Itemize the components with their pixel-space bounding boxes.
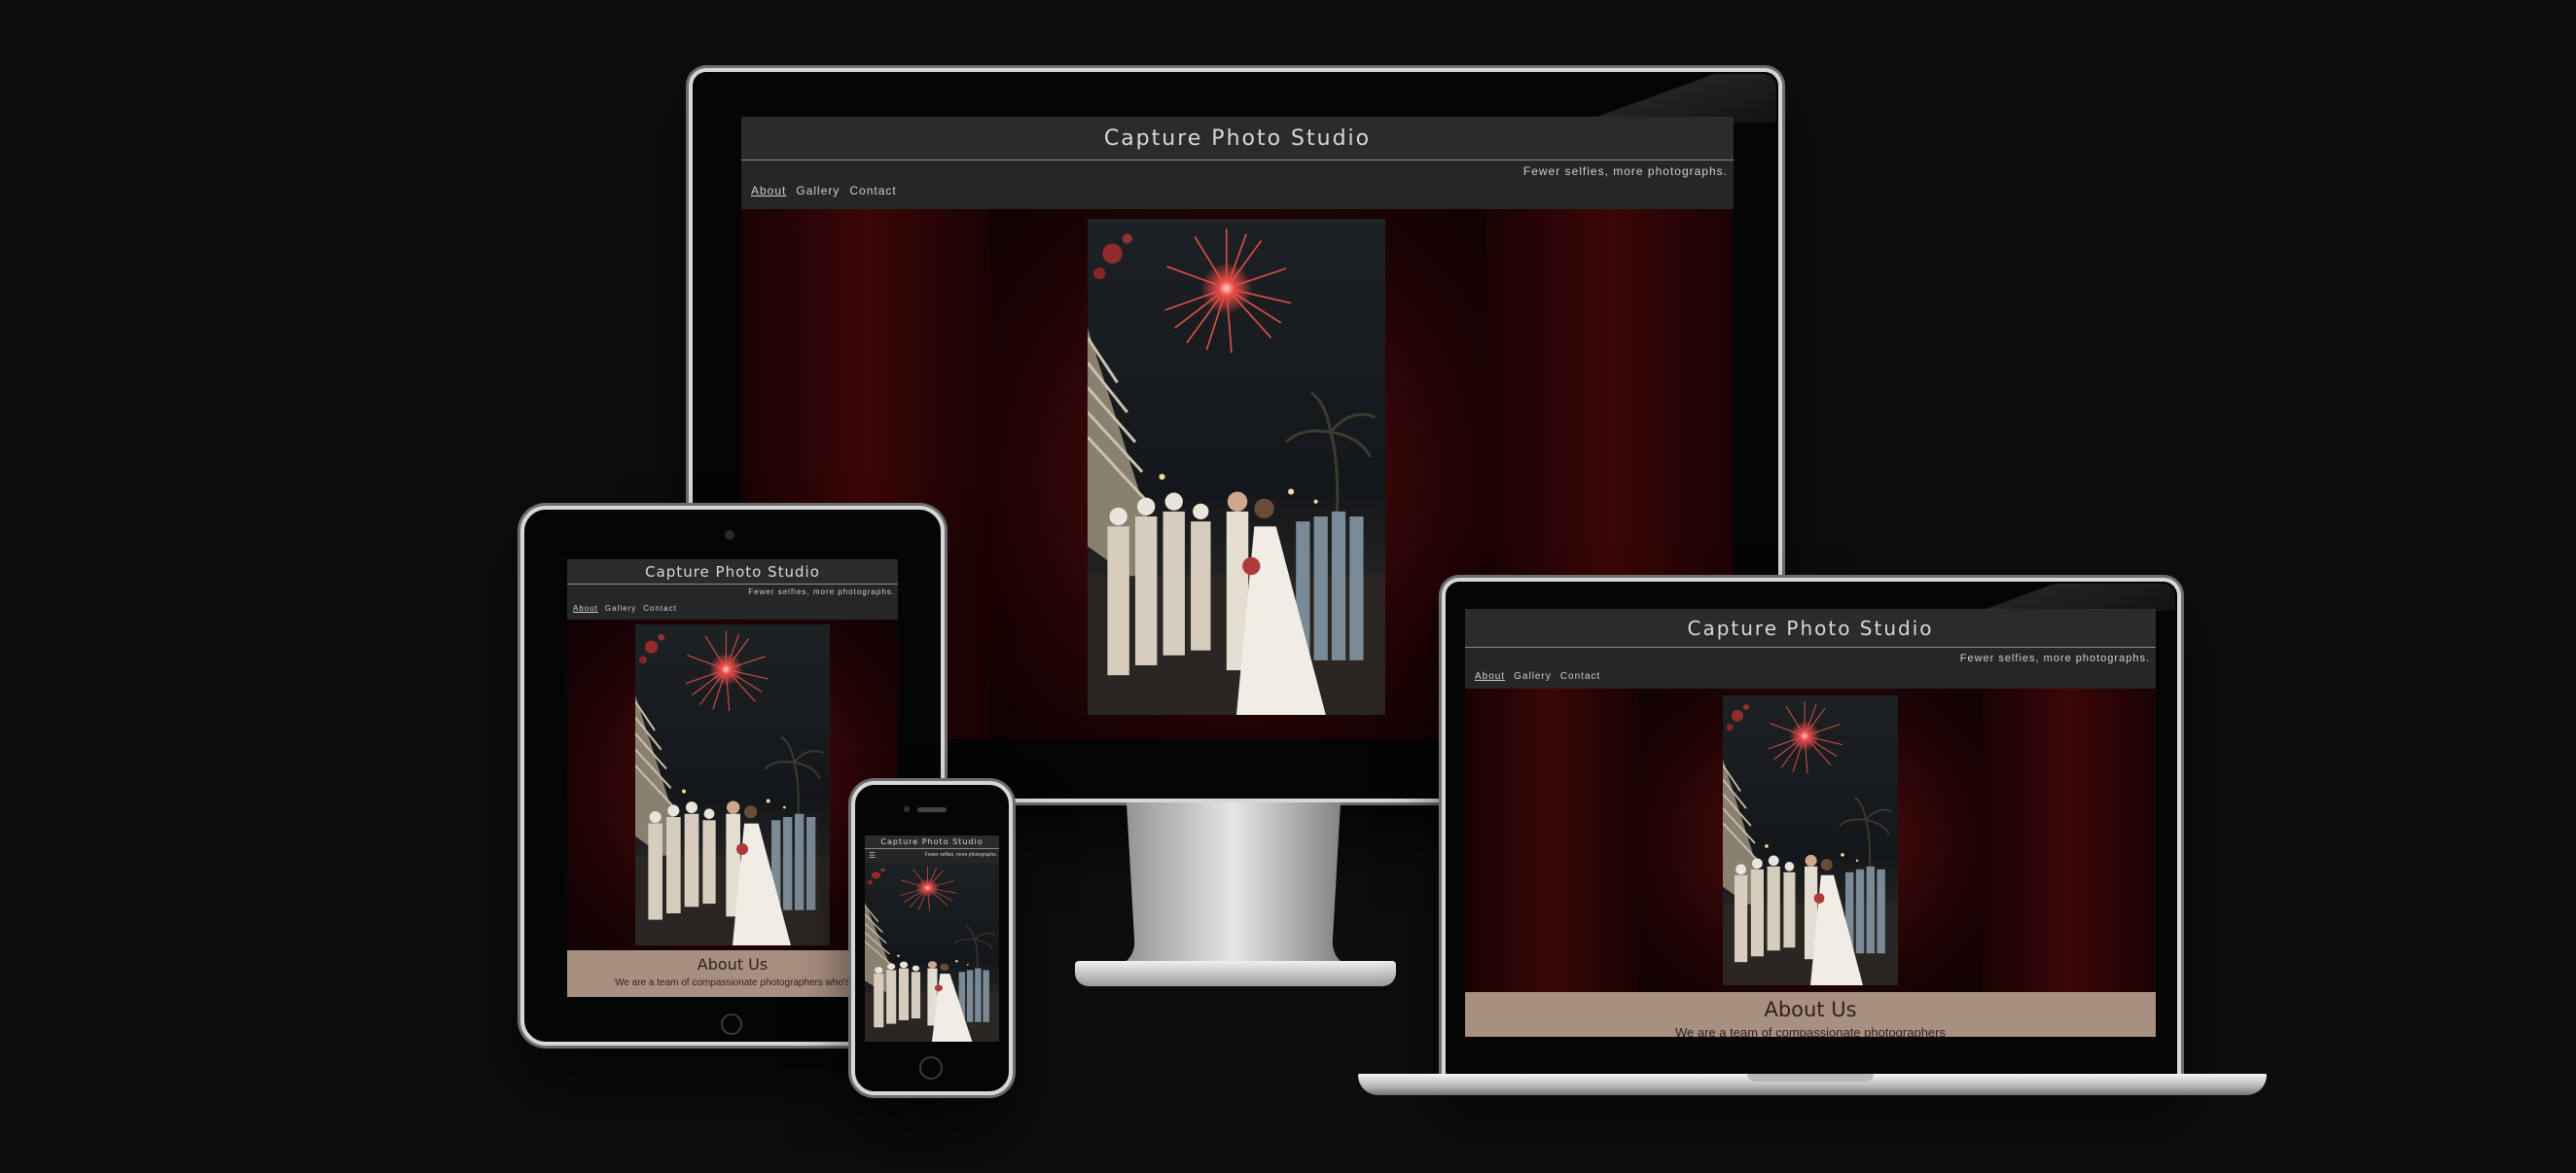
laptop-hero-photo [1723, 695, 1898, 985]
site-title: Capture Photo Studio [741, 117, 1734, 160]
monitor-stand [1117, 802, 1350, 973]
site-nav: About Gallery Contact [751, 184, 897, 197]
site-tagline: Fewer selfies, more photographs. [1522, 164, 1728, 178]
laptop-nav-gallery[interactable]: Gallery [1514, 671, 1552, 682]
laptop-screen: Capture Photo Studio Fewer selfies, more… [1465, 609, 2156, 1037]
tablet-about-text: We are a team of compassionate photograp… [615, 978, 850, 988]
nav-contact[interactable]: Contact [849, 184, 896, 197]
laptop-about-text: We are a team of compassionate photograp… [1675, 1025, 1946, 1037]
tablet-nav-about[interactable]: About [573, 604, 598, 613]
phone-site-title: Capture Photo Studio [865, 835, 999, 849]
monitor-base [1075, 961, 1396, 986]
tablet-nav: About Gallery Contact [573, 604, 677, 613]
tablet-site-title: Capture Photo Studio [567, 559, 898, 585]
phone: Capture Photo Studio ☰ Fewer selfies, mo… [851, 781, 1013, 1095]
tablet-screen: Capture Photo Studio Fewer selfies, more… [567, 559, 898, 997]
phone-screen: Capture Photo Studio ☰ Fewer selfies, mo… [865, 835, 999, 1042]
laptop-nav-contact[interactable]: Contact [1560, 671, 1600, 682]
laptop-site-title: Capture Photo Studio [1465, 609, 2156, 648]
laptop-nav-about[interactable]: About [1475, 671, 1505, 682]
tablet-about-section: About Us We are a team of compassionate … [567, 950, 898, 997]
laptop-about-section: About Us We are a team of compassionate … [1465, 992, 2156, 1037]
tablet-nav-gallery[interactable]: Gallery [605, 604, 636, 613]
laptop: Capture Photo Studio Fewer selfies, more… [1442, 578, 2181, 1074]
tablet-nav-contact[interactable]: Contact [643, 604, 677, 613]
laptop-tagline: Fewer selfies, more photographs. [1959, 653, 2150, 664]
tablet-about-heading: About Us [697, 955, 769, 974]
phone-hero-photo [865, 863, 999, 1042]
phone-tagline: Fewer selfies, more photographs. [924, 852, 997, 858]
laptop-notch [1747, 1074, 1874, 1082]
tablet-hero-photo [635, 624, 830, 945]
nav-gallery[interactable]: Gallery [796, 184, 840, 197]
hamburger-menu-icon[interactable]: ☰ [869, 851, 876, 860]
nav-about[interactable]: About [751, 184, 786, 197]
hero-photo [1088, 219, 1385, 715]
laptop-nav: About Gallery Contact [1475, 671, 1600, 682]
tablet-tagline: Fewer selfies, more photographs. [748, 587, 895, 596]
phone-home-button[interactable] [919, 1056, 943, 1080]
site-subheader: Fewer selfies, more photographs. About G… [741, 160, 1734, 209]
laptop-about-heading: About Us [1764, 998, 1857, 1021]
tablet-home-button[interactable] [721, 1013, 742, 1035]
